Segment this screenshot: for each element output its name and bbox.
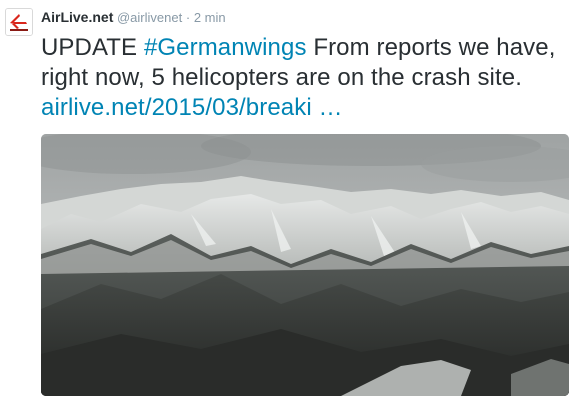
header-separator: ·: [185, 10, 191, 25]
tweet-timestamp[interactable]: 2 min: [194, 10, 226, 25]
article-link[interactable]: airlive.net/2015/03/breaki …: [41, 94, 343, 121]
tweet-text-prefix: UPDATE: [41, 34, 144, 61]
tweet-header: AirLive.net @airlivenet · 2 min: [41, 8, 226, 26]
hashtag-link[interactable]: #Germanwings: [144, 34, 307, 61]
photo-icon: [41, 134, 569, 396]
tweet-media-photo[interactable]: [41, 134, 569, 396]
author-name[interactable]: AirLive.net: [41, 9, 113, 25]
airlive-logo-icon: [6, 9, 32, 35]
tweet-card: AirLive.net @airlivenet · 2 min UPDATE #…: [0, 0, 578, 401]
avatar[interactable]: [5, 8, 33, 36]
tweet-text: UPDATE #Germanwings From reports we have…: [41, 33, 571, 123]
author-handle[interactable]: @airlivenet: [117, 10, 182, 25]
